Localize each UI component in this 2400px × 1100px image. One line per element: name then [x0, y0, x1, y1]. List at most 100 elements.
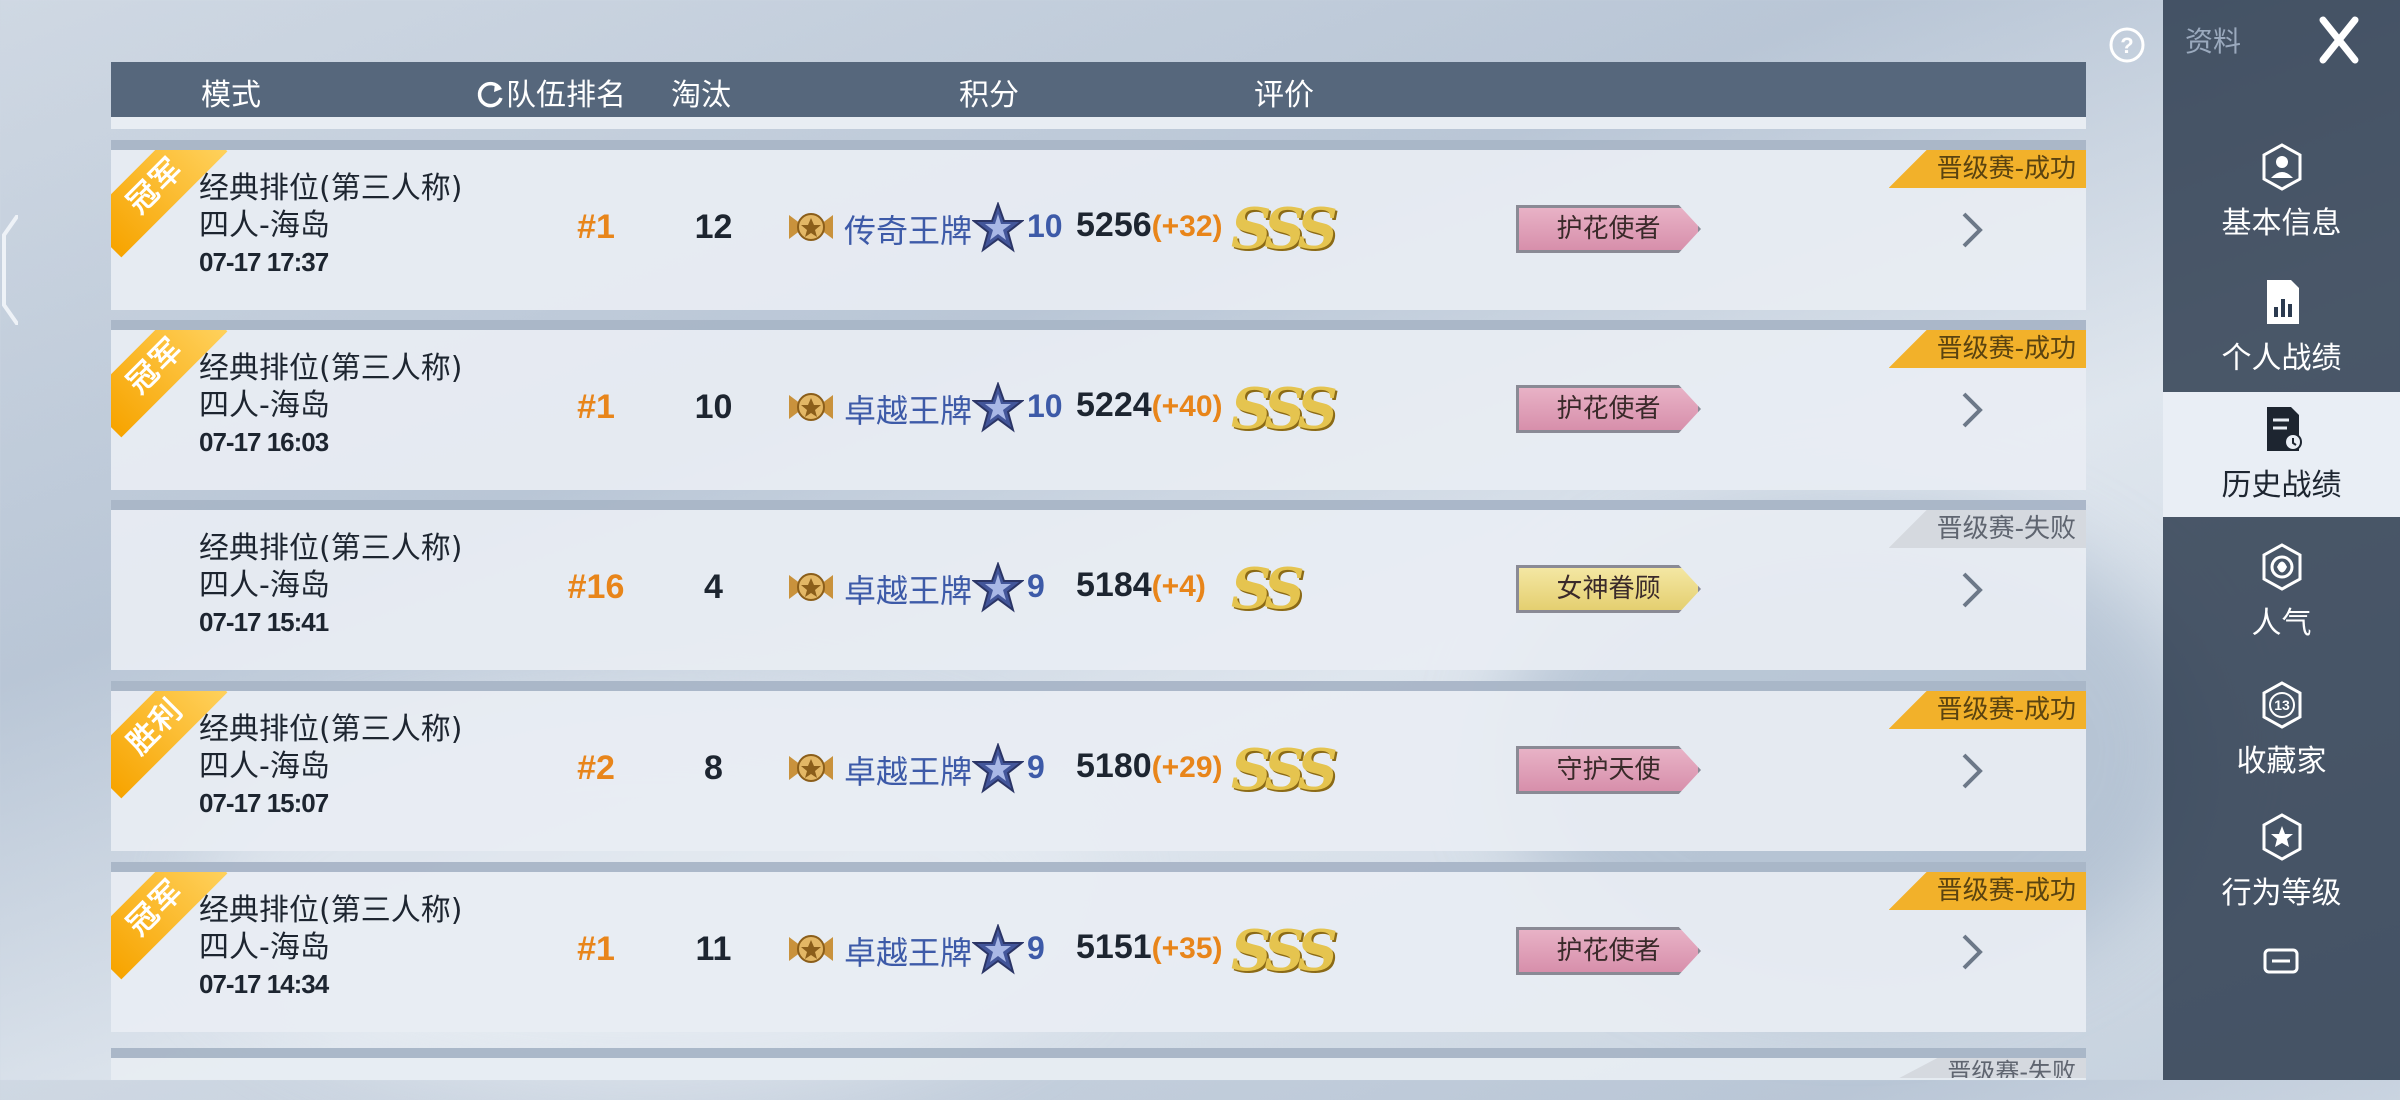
- team-rank: #1: [577, 208, 615, 246]
- sidebar-item-label: 行为等级: [2221, 876, 2342, 911]
- team-rank: #2: [577, 749, 615, 787]
- star-icon: [972, 202, 1024, 253]
- match-date: 07-17 15:41: [199, 607, 329, 637]
- collector-level: 13: [2274, 697, 2290, 713]
- partial-row[interactable]: 晋级赛-失败: [111, 1048, 2086, 1080]
- close-button[interactable]: [2278, 0, 2400, 80]
- chevron-right-icon[interactable]: [1956, 570, 1986, 610]
- sidebar-item-label: 收藏家: [2236, 744, 2327, 779]
- tier-name: 卓越王牌: [844, 392, 973, 430]
- help-icon[interactable]: ?: [2107, 25, 2147, 65]
- match-map: 四人-海岛: [199, 930, 330, 965]
- score: 5151(+35): [1076, 928, 1223, 967]
- match-date: 07-17 14:34: [199, 969, 329, 999]
- sidebar-top: 资料: [2163, 0, 2400, 80]
- match-mode: 经典排位(第三人称): [199, 893, 463, 928]
- score-value: 5256: [1076, 206, 1152, 244]
- team-rank: #1: [577, 388, 615, 426]
- match-map: 四人-海岛: [199, 749, 330, 784]
- header-team-rank-label: 队伍排名: [506, 78, 626, 113]
- team-rank: #1: [577, 930, 615, 968]
- star-icon: [972, 382, 1024, 433]
- rating-grade: SS: [1231, 556, 1305, 622]
- chevron-right-icon[interactable]: [1956, 751, 1986, 791]
- score-delta: (+4): [1151, 570, 1206, 603]
- match-info: 经典排位(第三人称) 四人-海岛 07-17 16:03: [199, 350, 462, 461]
- chevron-right-icon[interactable]: [1956, 390, 1986, 430]
- chevron-right-icon[interactable]: [1956, 932, 1986, 972]
- tier-badge-icon: [789, 213, 833, 241]
- sidebar-item-popularity[interactable]: 人气: [2163, 530, 2400, 655]
- rating-grade: SSS: [1231, 196, 1338, 262]
- sidebar-item-history[interactable]: 历史战绩: [2163, 392, 2400, 517]
- team-rank: #16: [567, 568, 625, 606]
- refresh-icon: [477, 81, 503, 108]
- title-badge: 护花使者: [1516, 205, 1701, 253]
- match-map: 四人-海岛: [199, 388, 330, 423]
- tier-badge-icon: [789, 935, 833, 963]
- match-info: 经典排位(第三人称) 四人-海岛 07-17 15:07: [199, 711, 462, 822]
- rating-grade: SSS: [1231, 918, 1338, 984]
- match-row[interactable]: 经典排位(第三人称) 四人-海岛 07-17 15:41 #16 4 卓越王牌 …: [111, 500, 2086, 670]
- title-badge: 女神眷顾: [1516, 565, 1701, 613]
- score: 5180(+29): [1076, 747, 1223, 786]
- star-count: 9: [1027, 749, 1045, 785]
- kill-count: 12: [694, 208, 733, 246]
- score-value: 5180: [1076, 747, 1152, 785]
- match-status: 晋级赛-成功: [1888, 872, 2086, 910]
- header-team-rank[interactable]: 队伍排名: [476, 70, 626, 114]
- sidebar-item-profile[interactable]: 基本信息: [2163, 130, 2400, 255]
- chevron-right-icon[interactable]: [1956, 210, 1986, 250]
- star-icon: [972, 562, 1024, 613]
- tier-name: 卓越王牌: [844, 753, 973, 791]
- match-row[interactable]: 胜利 经典排位(第三人称) 四人-海岛 07-17 15:07 #2 8 卓越王…: [111, 681, 2086, 851]
- header-separator: [111, 117, 2086, 129]
- header-rating: 评价: [1254, 78, 1314, 113]
- match-date: 07-17 17:37: [199, 247, 329, 277]
- tier-name: 卓越王牌: [844, 934, 973, 972]
- tier-badge-icon: [789, 754, 833, 782]
- score-value: 5184: [1076, 566, 1152, 604]
- menu-icon[interactable]: [2263, 948, 2299, 974]
- score: 5224(+40): [1076, 386, 1223, 425]
- match-map: 四人-海岛: [199, 568, 330, 603]
- left-edge-decoration: [0, 213, 20, 327]
- match-status: 晋级赛-成功: [1888, 691, 2086, 729]
- header-kills: 淘汰: [671, 78, 731, 113]
- sidebar-item-collector[interactable]: 13 收藏家: [2163, 668, 2400, 793]
- score: 5184(+4): [1076, 566, 1206, 605]
- sidebar-item-label: 历史战绩: [2221, 468, 2342, 503]
- sidebar-title: 资料: [2185, 25, 2242, 58]
- score: 5256(+32): [1076, 206, 1223, 245]
- match-row[interactable]: 冠军 经典排位(第三人称) 四人-海岛 07-17 17:37 #1 12 传奇…: [111, 140, 2086, 310]
- match-mode: 经典排位(第三人称): [199, 171, 463, 206]
- title-badge: 护花使者: [1516, 927, 1701, 975]
- star-icon: [972, 924, 1024, 975]
- rating-grade: SSS: [1231, 737, 1338, 803]
- star-count: 10: [1027, 208, 1063, 244]
- match-mode: 经典排位(第三人称): [199, 712, 463, 747]
- sidebar-item-stats[interactable]: 个人战绩: [2163, 265, 2400, 390]
- score-delta: (+29): [1151, 751, 1223, 784]
- title-badge: 守护天使: [1516, 746, 1701, 794]
- match-map: 四人-海岛: [199, 208, 330, 243]
- kill-count: 10: [694, 388, 733, 426]
- tier-name: 卓越王牌: [844, 572, 973, 610]
- kill-count: 4: [704, 568, 723, 606]
- match-status: 晋级赛-成功: [1888, 330, 2086, 368]
- score-delta: (+35): [1151, 932, 1223, 965]
- title-badge: 护花使者: [1516, 385, 1701, 433]
- collector-icon: 13: [2262, 681, 2302, 729]
- star-count: 9: [1027, 930, 1045, 966]
- header-mode: 模式: [201, 78, 261, 113]
- match-row[interactable]: 冠军 经典排位(第三人称) 四人-海岛 07-17 14:34 #1 11 卓越…: [111, 862, 2086, 1032]
- sidebar-item-behavior[interactable]: 行为等级: [2163, 800, 2400, 925]
- popularity-icon: [2262, 543, 2302, 591]
- sidebar-item-label: 个人战绩: [2221, 341, 2342, 376]
- star-count: 10: [1027, 388, 1063, 424]
- score-delta: (+40): [1151, 390, 1223, 423]
- match-row[interactable]: 冠军 经典排位(第三人称) 四人-海岛 07-17 16:03 #1 10 卓越…: [111, 320, 2086, 490]
- score-value: 5151: [1076, 928, 1152, 966]
- match-date: 07-17 15:07: [199, 788, 329, 818]
- match-info: 经典排位(第三人称) 四人-海岛 07-17 15:41: [199, 530, 462, 641]
